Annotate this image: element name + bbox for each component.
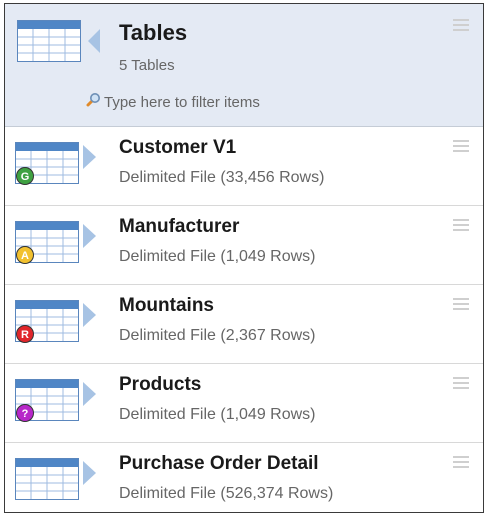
table-icon	[17, 20, 81, 67]
table-details: Delimited File (1,049 Rows)	[119, 248, 316, 265]
tables-header: Tables 5 Tables Type here to filter item…	[5, 4, 483, 127]
expand-arrow-icon[interactable]	[81, 144, 97, 175]
table-details: Delimited File (33,456 Rows)	[119, 169, 325, 186]
status-badge-letter: G	[21, 171, 30, 183]
table-details: Delimited File (526,374 Rows)	[119, 485, 334, 502]
back-arrow-icon[interactable]	[87, 28, 101, 59]
tables-panel: Tables 5 Tables Type here to filter item…	[4, 3, 484, 513]
expand-arrow-icon[interactable]	[81, 223, 97, 254]
table-name: Manufacturer	[119, 216, 240, 237]
search-icon	[85, 92, 101, 112]
table-list-item[interactable]: Purchase Order Detail Delimited File (52…	[5, 443, 483, 512]
table-list-item[interactable]: G Customer V1 Delimited File (33,456 Row…	[5, 127, 483, 206]
table-details: Delimited File (2,367 Rows)	[119, 327, 316, 344]
expand-arrow-icon[interactable]	[81, 302, 97, 333]
status-badge-letter: R	[21, 329, 29, 341]
menu-icon[interactable]	[453, 218, 469, 237]
table-icon	[15, 458, 79, 505]
table-name: Products	[119, 374, 202, 395]
table-list-item[interactable]: A Manufacturer Delimited File (1,049 Row…	[5, 206, 483, 285]
table-name: Purchase Order Detail	[119, 453, 319, 474]
expand-arrow-icon[interactable]	[81, 381, 97, 412]
filter-input[interactable]: Type here to filter items	[85, 92, 260, 112]
menu-icon[interactable]	[453, 297, 469, 316]
table-name: Mountains	[119, 295, 214, 316]
table-icon: A	[15, 221, 79, 268]
table-list-item[interactable]: ? Products Delimited File (1,049 Rows)	[5, 364, 483, 443]
table-icon: G	[15, 142, 79, 189]
menu-icon[interactable]	[453, 18, 469, 37]
menu-icon[interactable]	[453, 376, 469, 395]
page-title: Tables	[119, 20, 188, 45]
status-badge: R	[16, 325, 34, 343]
table-name: Customer V1	[119, 137, 237, 158]
menu-icon[interactable]	[453, 455, 469, 474]
status-badge: ?	[16, 404, 34, 422]
table-icon: ?	[15, 379, 79, 426]
expand-arrow-icon[interactable]	[81, 460, 97, 491]
status-badge-letter: ?	[22, 408, 29, 420]
menu-icon[interactable]	[453, 139, 469, 158]
table-count: 5 Tables	[119, 57, 175, 74]
status-badge: A	[16, 246, 34, 264]
table-details: Delimited File (1,049 Rows)	[119, 406, 316, 423]
table-list: G Customer V1 Delimited File (33,456 Row…	[5, 127, 483, 512]
table-list-item[interactable]: R Mountains Delimited File (2,367 Rows)	[5, 285, 483, 364]
status-badge-letter: A	[21, 250, 29, 262]
filter-placeholder: Type here to filter items	[104, 93, 260, 111]
status-badge: G	[16, 167, 34, 185]
table-icon: R	[15, 300, 79, 347]
